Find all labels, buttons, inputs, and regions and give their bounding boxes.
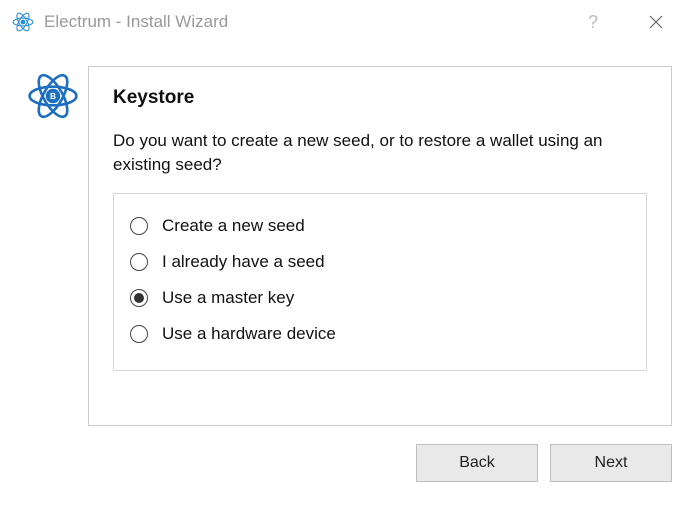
option-label: Use a master key [162, 288, 294, 308]
content-area: B Keystore Do you want to create a new s… [0, 44, 690, 426]
option-label: I already have a seed [162, 252, 325, 272]
option-have-seed[interactable]: I already have a seed [130, 244, 630, 280]
help-button[interactable]: ? [588, 12, 598, 33]
close-button[interactable] [636, 2, 676, 42]
close-icon [649, 15, 663, 29]
back-button[interactable]: Back [416, 444, 538, 482]
option-master-key[interactable]: Use a master key [130, 280, 630, 316]
option-create-seed[interactable]: Create a new seed [130, 208, 630, 244]
electrum-icon [12, 11, 34, 33]
option-label: Create a new seed [162, 216, 305, 236]
options-group: Create a new seed I already have a seed … [113, 193, 647, 371]
wizard-panel: Keystore Do you want to create a new see… [88, 66, 672, 426]
next-button[interactable]: Next [550, 444, 672, 482]
radio-icon [130, 253, 148, 271]
option-label: Use a hardware device [162, 324, 336, 344]
panel-question: Do you want to create a new seed, or to … [113, 129, 647, 177]
radio-icon [130, 217, 148, 235]
radio-icon [130, 325, 148, 343]
footer: Back Next [0, 426, 690, 482]
window-title: Electrum - Install Wizard [44, 12, 588, 32]
radio-icon [130, 289, 148, 307]
panel-heading: Keystore [113, 87, 647, 109]
option-hardware-device[interactable]: Use a hardware device [130, 316, 630, 352]
electrum-logo-icon: B [27, 70, 79, 122]
titlebar: Electrum - Install Wizard ? [0, 0, 690, 44]
svg-text:B: B [50, 91, 56, 101]
side-logo: B [18, 66, 88, 426]
